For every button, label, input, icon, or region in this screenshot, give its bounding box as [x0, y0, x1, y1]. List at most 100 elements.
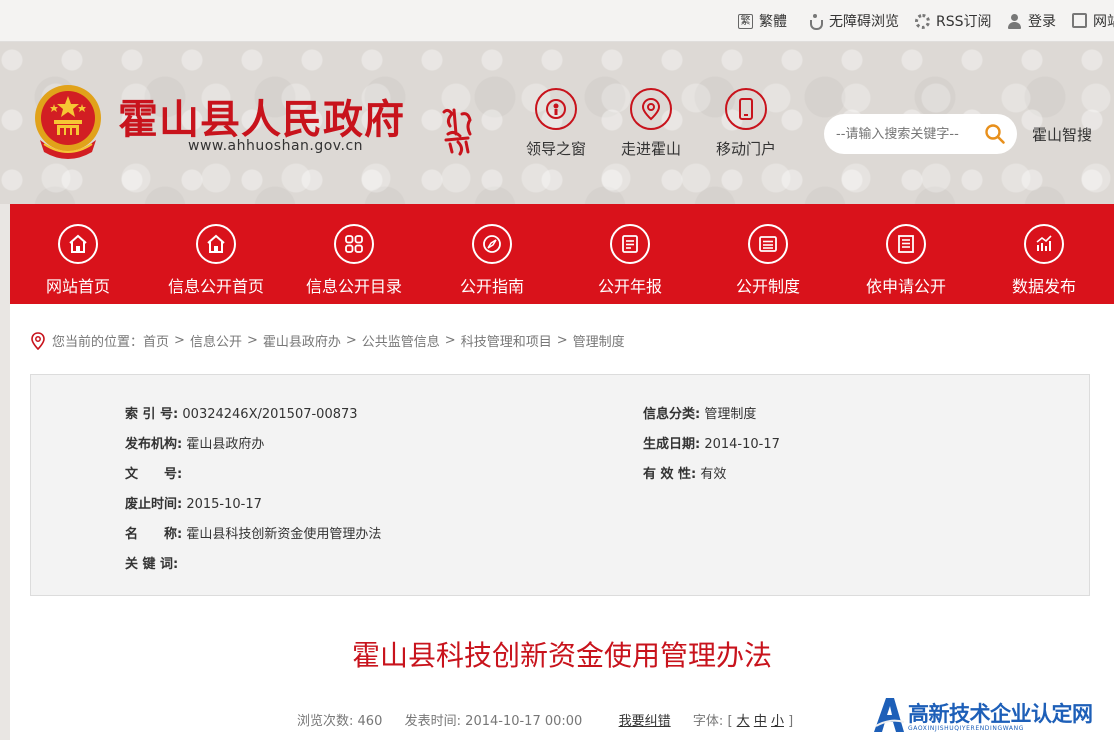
breadcrumb-tech-projects[interactable]: 科技管理和项目	[461, 331, 552, 350]
nav-item-apply-label: 依申请公开	[865, 277, 946, 296]
traditional-chinese-label: 繁體	[759, 14, 787, 30]
rss-icon	[915, 13, 930, 29]
nav-item-info-catalog[interactable]: 信息公开目录	[286, 204, 422, 304]
nav-item-guide-label: 公开指南	[459, 277, 524, 296]
search-input[interactable]	[836, 124, 976, 144]
meta-docno: 文 号:	[125, 463, 186, 482]
mobile-icon	[725, 88, 767, 130]
font-size-large-button[interactable]: 大	[737, 714, 750, 729]
top-utility-bar: 繁 繁體 无障碍浏览 RSS订阅 登录 网站	[0, 0, 1114, 42]
nav-item-info-home-label: 信息公开首页	[167, 277, 264, 296]
nav-item-apply[interactable]: 依申请公开	[838, 204, 974, 304]
login-link[interactable]: 登录	[1007, 11, 1056, 31]
breadcrumb-gov-office[interactable]: 霍山县政府办	[263, 331, 341, 350]
nav-item-annual-report-label: 公开年报	[597, 277, 662, 296]
nav-item-data[interactable]: 数据发布	[976, 204, 1112, 304]
breadcrumb-public-supervision[interactable]: 公共监管信息	[362, 331, 440, 350]
grid-icon	[334, 224, 374, 264]
main-content: 您当前的位置： 首页 > 信息公开 > 霍山县政府办 > 公共监管信息 > 科技…	[10, 304, 1114, 740]
meta-expire: 废止时间: 2015-10-17	[125, 493, 262, 512]
quick-link-mobile[interactable]: 移动门户	[706, 88, 786, 159]
breadcrumb-separator: >	[246, 333, 258, 348]
font-size-medium-button[interactable]: 中	[754, 714, 767, 729]
breadcrumb-home[interactable]: 首页	[143, 331, 169, 350]
meta-name-value: 霍山县科技创新资金使用管理办法	[186, 527, 382, 542]
nav-item-home-label: 网站首页	[45, 277, 110, 296]
meta-expire-value: 2015-10-17	[186, 497, 262, 512]
location-pin-icon	[630, 88, 672, 130]
nav-item-policy-label: 公开制度	[735, 277, 800, 296]
home-icon	[196, 224, 236, 264]
quick-link-leader-label: 领导之窗	[525, 140, 586, 158]
font-size-bracket-open: [	[727, 714, 733, 729]
meta-publisher: 发布机构: 霍山县政府办	[125, 433, 264, 452]
national-emblem-icon[interactable]	[30, 82, 106, 162]
meta-expire-label: 废止时间:	[125, 497, 183, 512]
search-box	[824, 114, 1017, 154]
breadcrumb-policy[interactable]: 管理制度	[573, 331, 625, 350]
list-icon	[748, 224, 788, 264]
meta-docno-label: 文 号:	[125, 467, 183, 482]
meta-category-value: 管理制度	[704, 407, 757, 422]
article-title: 霍山县科技创新资金使用管理办法	[351, 639, 772, 672]
smart-search-link[interactable]: 霍山智搜	[1032, 124, 1092, 145]
nav-item-guide[interactable]: 公开指南	[424, 204, 560, 304]
quick-link-mobile-label: 移动门户	[715, 140, 776, 158]
meta-publisher-value: 霍山县政府办	[186, 437, 265, 452]
nav-item-home[interactable]: 网站首页	[10, 204, 146, 304]
calligraphy-seal-icon	[442, 108, 472, 156]
meta-category-label: 信息分类:	[643, 407, 701, 422]
rss-link[interactable]: RSS订阅	[915, 11, 992, 31]
views-label: 浏览次数:	[297, 714, 354, 729]
watermark-title: 高新技术企业认定网	[908, 702, 1093, 726]
accessibility-link[interactable]: 无障碍浏览	[808, 11, 899, 31]
watermark-logo-icon	[874, 698, 905, 732]
correction-link[interactable]: 我要纠错	[619, 714, 671, 729]
meta-publisher-label: 发布机构:	[125, 437, 183, 452]
watermark: 高新技术企业认定网 GAOXINJISHUQIYERENDINGWANG	[872, 692, 1114, 740]
accessibility-label: 无障碍浏览	[829, 14, 899, 30]
meta-date: 生成日期: 2014-10-17	[643, 433, 780, 452]
meta-validity-label: 有 效 性:	[643, 467, 697, 482]
rss-label: RSS订阅	[936, 14, 992, 30]
views-value: 460	[357, 714, 383, 729]
breadcrumb: 您当前的位置： 首页 > 信息公开 > 霍山县政府办 > 公共监管信息 > 科技…	[30, 331, 625, 350]
site-nav-label: 网站	[1093, 14, 1114, 30]
traditional-chinese-icon: 繁	[738, 13, 753, 29]
quick-link-visit[interactable]: 走进霍山	[611, 88, 691, 159]
font-size-small-button[interactable]: 小	[771, 714, 784, 729]
accessibility-icon	[808, 13, 823, 30]
meta-date-label: 生成日期:	[643, 437, 701, 452]
site-title[interactable]: 霍山县人民政府	[118, 87, 405, 145]
compass-icon	[472, 224, 512, 264]
breadcrumb-separator: >	[174, 333, 185, 348]
meta-category: 信息分类: 管理制度	[643, 403, 756, 422]
site-nav-link[interactable]: 网站	[1072, 11, 1114, 31]
meta-index: 索 引 号: 00324246X/201507-00873	[125, 403, 358, 422]
leader-icon	[535, 88, 577, 130]
published-label: 发表时间:	[404, 714, 462, 729]
chart-icon	[1024, 224, 1064, 264]
watermark-subtitle: GAOXINJISHUQIYERENDINGWANG	[908, 725, 1024, 732]
site-url: www.ahhuoshan.gov.cn	[188, 138, 364, 154]
published-value: 2014-10-17 00:00	[465, 714, 583, 729]
nav-item-data-label: 数据发布	[1011, 277, 1076, 296]
nav-item-policy[interactable]: 公开制度	[700, 204, 836, 304]
search-icon[interactable]	[984, 123, 1006, 145]
breadcrumb-separator: >	[556, 333, 568, 348]
font-size-label: 字体:	[692, 714, 724, 729]
breadcrumb-separator: >	[444, 333, 456, 348]
nav-item-annual-report[interactable]: 公开年报	[562, 204, 698, 304]
document-meta-panel: 索 引 号: 00324246X/201507-00873 信息分类: 管理制度…	[30, 374, 1090, 596]
location-icon	[31, 331, 45, 350]
quick-link-visit-label: 走进霍山	[620, 140, 681, 158]
breadcrumb-prefix: 您当前的位置：	[52, 335, 144, 350]
quick-link-leader[interactable]: 领导之窗	[516, 88, 596, 159]
meta-keywords-label: 关 键 词:	[125, 557, 179, 572]
meta-keywords: 关 键 词:	[125, 553, 182, 572]
meta-name-label: 名 称:	[125, 527, 183, 542]
user-icon	[1007, 13, 1022, 29]
nav-item-info-home[interactable]: 信息公开首页	[148, 204, 284, 304]
breadcrumb-info-public[interactable]: 信息公开	[190, 331, 242, 350]
traditional-chinese-link[interactable]: 繁 繁體	[738, 11, 787, 31]
